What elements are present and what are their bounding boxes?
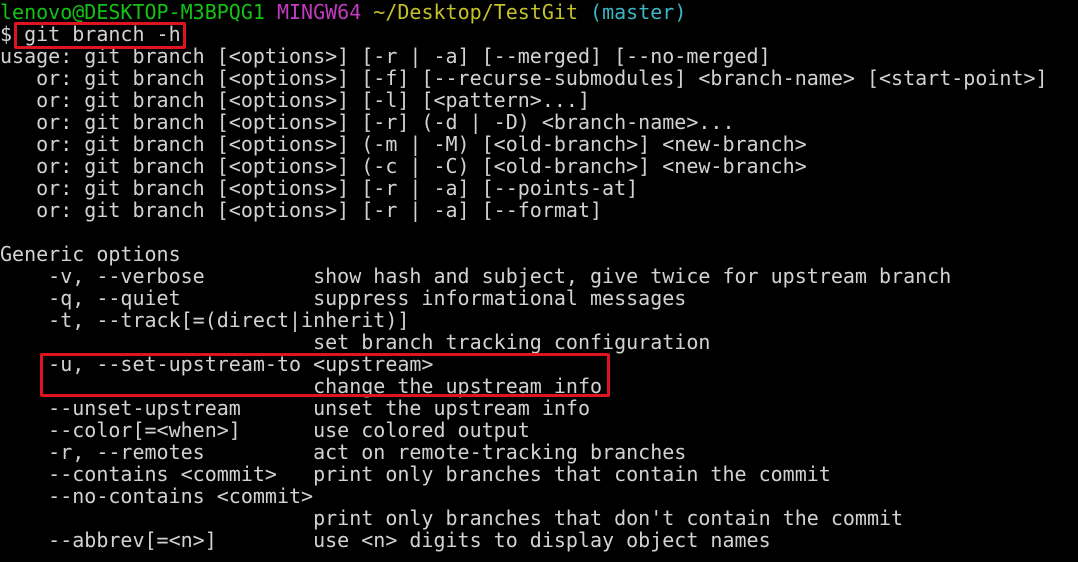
prompt-line: lenovo@DESKTOP-M3BPQG1 MINGW64 ~/Desktop… [0,1,686,23]
option-line: -v, --verbose show hash and subject, giv… [0,264,952,288]
usage-line: or: git branch [<options>] [-l] [<patter… [0,88,591,112]
generic-options-heading: Generic options [0,242,181,266]
option-line: --abbrev[=<n>] use <n> digits to display… [0,528,771,552]
option-line: --no-contains <commit> [0,484,314,508]
option-line: -q, --quiet suppress informational messa… [0,286,687,310]
command-text: git branch -h [24,22,181,46]
usage-line: usage: git branch [<options>] [-r | -a] … [0,44,771,68]
option-line: set branch tracking configuration [0,330,711,354]
usage-line: or: git branch [<options>] (-m | -M) [<o… [0,132,807,156]
option-line: -u, --set-upstream-to <upstream> [0,352,434,376]
option-line: -t, --track[=(direct|inherit)] [0,308,410,332]
usage-line: or: git branch [<options>] [-r | -a] [--… [0,176,639,200]
option-line: print only branches that don't contain t… [0,506,904,530]
option-line: -r, --remotes act on remote-tracking bra… [0,440,687,464]
option-line: --unset-upstream unset the upstream info [0,396,591,420]
terminal-window[interactable]: lenovo@DESKTOP-M3BPQG1 MINGW64 ~/Desktop… [0,0,1078,562]
usage-line: or: git branch [<options>] (-c | -C) [<o… [0,154,807,178]
prompt-user-host: lenovo@DESKTOP-M3BPQG1 [0,0,265,24]
usage-line: or: git branch [<options>] [-r | -a] [--… [0,198,603,222]
prompt-dollar: $ [0,22,13,46]
prompt-system: MINGW64 [276,0,362,24]
prompt-path: ~/Desktop/TestGit [373,0,578,24]
command-line: $ git branch -h [0,23,181,45]
usage-line: or: git branch [<options>] [-r] (-d | -D… [0,110,735,134]
usage-line: or: git branch [<options>] [-f] [--recur… [0,66,1048,90]
option-line: --color[=<when>] use colored output [0,418,530,442]
option-line: --contains <commit> print only branches … [0,462,831,486]
prompt-branch: (master) [590,0,687,24]
option-line: change the upstream info [0,374,603,398]
